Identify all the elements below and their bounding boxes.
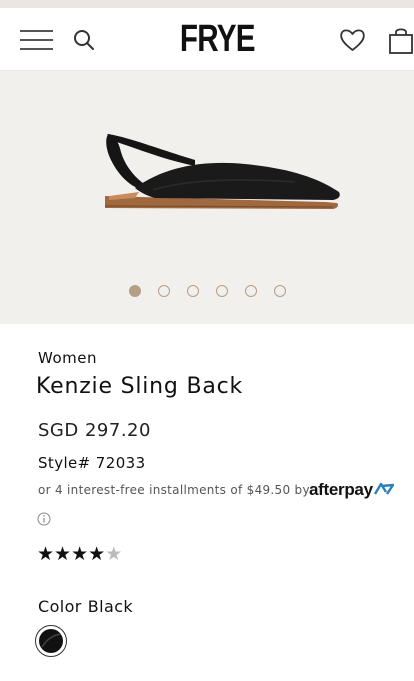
- gallery-dot-5[interactable]: [244, 285, 257, 297]
- afterpay-brand: afterpay: [309, 480, 373, 499]
- selected-color-value: Black: [87, 597, 134, 616]
- hamburger-menu-icon[interactable]: [20, 30, 53, 50]
- star-empty-icon: ★: [105, 543, 123, 565]
- product-category[interactable]: Women: [38, 349, 97, 367]
- afterpay-logo[interactable]: afterpay: [309, 480, 394, 500]
- rating-stars[interactable]: ★★★★★: [37, 543, 122, 565]
- product-image: [104, 134, 340, 209]
- gallery-dot-3[interactable]: [186, 285, 199, 297]
- frye-logo[interactable]: FRYE: [180, 18, 256, 60]
- star-filled-icon: ★: [88, 543, 106, 565]
- swatch-image: [39, 629, 63, 653]
- site-header: FRYE: [0, 8, 414, 71]
- star-filled-icon: ★: [54, 543, 72, 565]
- product-image-gallery[interactable]: [0, 71, 414, 324]
- shopping-bag-icon[interactable]: [387, 26, 414, 56]
- afterpay-installments-text: or 4 interest-free installments of $49.5…: [38, 483, 310, 497]
- star-filled-icon: ★: [37, 543, 55, 565]
- gallery-dot-4[interactable]: [215, 285, 228, 297]
- gallery-dot-1[interactable]: [128, 285, 141, 297]
- gallery-dot-6[interactable]: [273, 285, 286, 297]
- color-label-row: Color Black: [38, 597, 133, 616]
- afterpay-arrows-icon: [373, 482, 394, 495]
- search-icon[interactable]: [72, 28, 96, 52]
- info-icon[interactable]: [37, 511, 51, 526]
- product-title: Kenzie Sling Back: [36, 374, 244, 399]
- top-banner-strip: [0, 0, 414, 8]
- star-filled-icon: ★: [71, 543, 89, 565]
- color-label: Color: [38, 597, 82, 616]
- color-swatch-black[interactable]: [35, 625, 67, 657]
- gallery-pagination: [0, 285, 414, 301]
- heart-icon[interactable]: [339, 27, 366, 53]
- product-style-number: Style# 72033: [38, 454, 146, 472]
- product-price: SGD 297.20: [38, 420, 151, 441]
- gallery-dot-2[interactable]: [157, 285, 170, 297]
